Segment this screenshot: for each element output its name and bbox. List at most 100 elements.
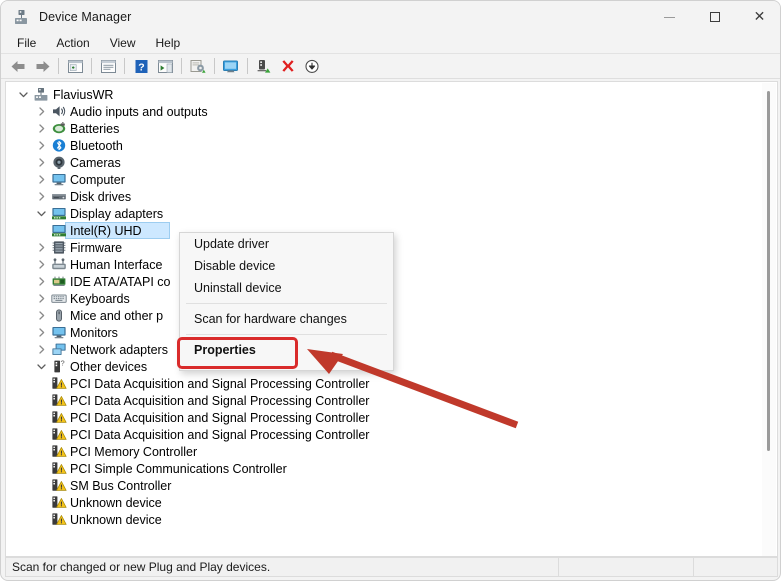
unknown-device-warning-icon	[50, 376, 67, 392]
chevron-down-icon[interactable]	[34, 358, 48, 375]
maximize-button[interactable]	[692, 1, 737, 33]
menu-action[interactable]: Action	[47, 34, 98, 52]
chevron-right-icon[interactable]	[34, 273, 48, 290]
tree-item-label: Batteries	[70, 121, 120, 136]
forward-icon[interactable]	[30, 55, 54, 77]
chevron-down-icon[interactable]	[16, 86, 30, 103]
tree-item[interactable]: Bluetooth	[6, 137, 777, 154]
tree-item[interactable]: PCI Data Acquisition and Signal Processi…	[6, 409, 777, 426]
tree-item-label: Computer	[70, 172, 125, 187]
tree-item-label: Keyboards	[70, 291, 130, 306]
disable-device-icon[interactable]	[300, 55, 324, 77]
enable-device-icon[interactable]	[252, 55, 276, 77]
mouse-icon	[50, 308, 67, 324]
chevron-right-icon[interactable]	[34, 120, 48, 137]
unknown-device-warning-icon	[50, 427, 67, 443]
tree-item-label: FlaviusWR	[53, 87, 114, 102]
tree-item[interactable]: PCI Data Acquisition and Signal Processi…	[6, 426, 777, 443]
chevron-right-icon[interactable]	[34, 154, 48, 171]
context-menu-item-uninstall-device[interactable]: Uninstall device	[180, 277, 393, 299]
tree-item[interactable]: PCI Memory Controller	[6, 443, 777, 460]
status-cell-2	[559, 558, 694, 576]
tree-item-label: SM Bus Controller	[70, 478, 172, 493]
help-icon[interactable]: ?	[129, 55, 153, 77]
display-adapter-icon	[50, 206, 67, 222]
chevron-right-icon[interactable]	[34, 290, 48, 307]
scan-for-hardware-changes-icon[interactable]	[219, 55, 243, 77]
tree-item[interactable]: Batteries	[6, 120, 777, 137]
show-hide-action-pane-icon[interactable]	[153, 55, 177, 77]
tree-item-label: Mice and other p	[70, 308, 164, 323]
menu-view[interactable]: View	[101, 34, 145, 52]
window-title: Device Manager	[39, 10, 132, 24]
close-button[interactable]: ✕	[737, 1, 780, 33]
tree-item[interactable]: PCI Simple Communications Controller	[6, 460, 777, 477]
tree-item[interactable]: SM Bus Controller	[6, 477, 777, 494]
chevron-right-icon[interactable]	[34, 239, 48, 256]
tree-item[interactable]: PCI Data Acquisition and Signal Processi…	[6, 392, 777, 409]
tree-item-label: Display adapters	[70, 206, 164, 221]
chevron-right-icon[interactable]	[34, 256, 48, 273]
unknown-device-warning-icon	[50, 478, 67, 494]
svg-text:?: ?	[60, 359, 64, 368]
tree-item[interactable]: Cameras	[6, 154, 777, 171]
vertical-scrollbar[interactable]	[762, 83, 776, 556]
keyboard-icon	[50, 291, 67, 307]
chevron-right-icon[interactable]	[34, 341, 48, 358]
title-bar: Device Manager ✕	[1, 1, 780, 33]
monitor-icon	[50, 172, 67, 188]
uninstall-device-icon[interactable]	[276, 55, 300, 77]
device-manager-icon	[12, 8, 30, 26]
toolbar-separator	[247, 58, 248, 74]
audio-icon	[50, 104, 67, 120]
tree-item-label: Firmware	[70, 240, 123, 255]
back-icon[interactable]	[6, 55, 30, 77]
unknown-device-warning-icon	[50, 512, 67, 528]
window-controls: ✕	[647, 1, 780, 33]
menu-file[interactable]: File	[8, 34, 45, 52]
show-hide-console-tree-icon[interactable]	[63, 55, 87, 77]
properties-icon[interactable]	[96, 55, 120, 77]
tree-item-label: Human Interface	[70, 257, 163, 272]
tree-item[interactable]: Unknown device	[6, 494, 777, 511]
hid-icon	[50, 257, 67, 273]
tree-item-label: PCI Data Acquisition and Signal Processi…	[70, 410, 370, 425]
chevron-right-icon[interactable]	[34, 103, 48, 120]
scrollbar-thumb[interactable]	[767, 91, 770, 451]
minimize-button[interactable]	[647, 1, 692, 33]
tree-item[interactable]: PCI Data Acquisition and Signal Processi…	[6, 375, 777, 392]
toolbar-separator	[91, 58, 92, 74]
battery-icon	[50, 121, 67, 137]
context-menu-item-properties[interactable]: Properties	[180, 339, 393, 361]
tree-item[interactable]: Unknown device	[6, 511, 777, 528]
menu-help[interactable]: Help	[147, 34, 190, 52]
toolbar-separator	[58, 58, 59, 74]
display-adapter-icon	[50, 223, 67, 239]
unknown-device-warning-icon	[50, 410, 67, 426]
tree-item-label: Other devices	[70, 359, 148, 374]
tree-item[interactable]: Display adapters	[6, 205, 777, 222]
tree-item-label: PCI Data Acquisition and Signal Processi…	[70, 393, 370, 408]
context-menu-item-update-driver[interactable]: Update driver	[180, 233, 393, 255]
chevron-right-icon[interactable]	[34, 188, 48, 205]
chevron-right-icon[interactable]	[34, 307, 48, 324]
context-menu-separator	[186, 303, 387, 304]
update-driver-icon[interactable]	[186, 55, 210, 77]
chevron-right-icon[interactable]	[34, 324, 48, 341]
context-menu-item-disable-device[interactable]: Disable device	[180, 255, 393, 277]
chevron-right-icon[interactable]	[34, 137, 48, 154]
toolbar-separator	[181, 58, 182, 74]
tree-item-label: Intel(R) UHD	[70, 223, 142, 238]
tree-item[interactable]: Disk drives	[6, 188, 777, 205]
tree-item-label: Cameras	[70, 155, 121, 170]
tree-item[interactable]: Computer	[6, 171, 777, 188]
context-menu-item-scan-for-hardware-changes[interactable]: Scan for hardware changes	[180, 308, 393, 330]
svg-text:?: ?	[138, 61, 144, 73]
tree-item-label: Unknown device	[70, 512, 162, 527]
tree-item[interactable]: Audio inputs and outputs	[6, 103, 777, 120]
unknown-device-warning-icon	[50, 444, 67, 460]
chevron-down-icon[interactable]	[34, 205, 48, 222]
chevron-right-icon[interactable]	[34, 171, 48, 188]
tree-item[interactable]: FlaviusWR	[6, 86, 777, 103]
toolbar-separator	[124, 58, 125, 74]
